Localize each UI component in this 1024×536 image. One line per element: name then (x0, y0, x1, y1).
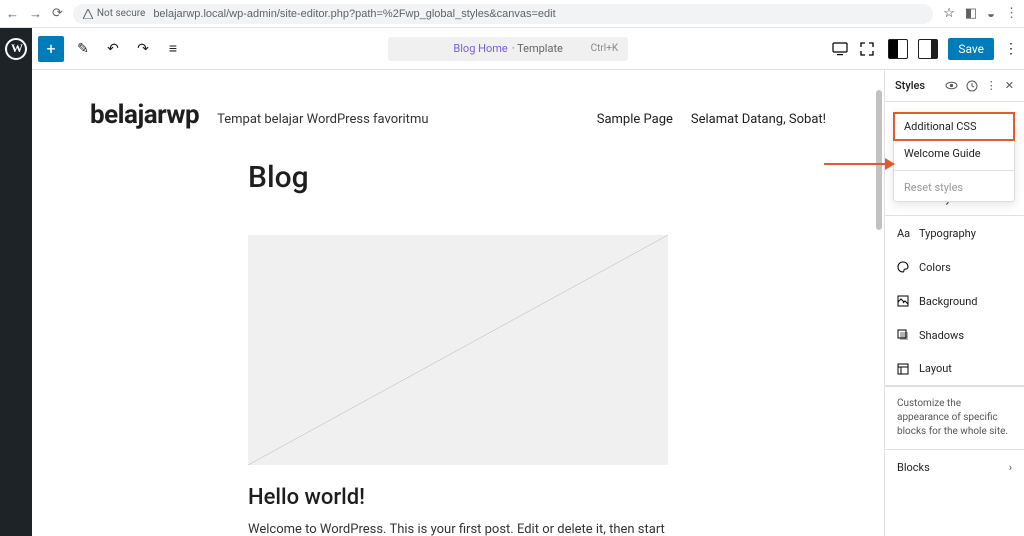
doc-suffix-label: · Template (512, 42, 563, 55)
wp-rail (0, 28, 32, 536)
nav-link-welcome[interactable]: Selamat Datang, Sobat! (691, 112, 826, 127)
canvas-scrollbar-thumb[interactable] (876, 90, 882, 230)
post-title[interactable]: Hello world! (248, 485, 668, 510)
dropdown-divider (894, 170, 1014, 171)
extension-icon[interactable]: ◧ (965, 6, 977, 22)
post-excerpt[interactable]: Welcome to WordPress. This is your first… (248, 522, 668, 536)
url-input[interactable] (153, 8, 923, 20)
not-secure-label: Not secure (97, 8, 145, 19)
blocks-row[interactable]: Blocks › (885, 450, 1024, 484)
typography-label: Typography (919, 227, 976, 240)
menu-welcome-guide[interactable]: Welcome Guide (894, 140, 1014, 167)
close-sidebar-icon[interactable]: ✕ (1005, 79, 1014, 92)
chrome-menu-icon[interactable]: ⋮ (1005, 6, 1018, 22)
menu-additional-css[interactable]: Additional CSS (894, 113, 1014, 140)
editor-canvas[interactable]: belajarwp Tempat belajar WordPress favor… (32, 70, 884, 536)
layout-icon (897, 363, 911, 375)
blocks-label: Blocks (897, 461, 930, 474)
site-header: belajarwp Tempat belajar WordPress favor… (82, 100, 834, 130)
eye-icon[interactable] (945, 79, 958, 92)
shadows-icon (897, 329, 911, 341)
sidebar-header: Styles ⋮ ✕ (885, 70, 1024, 102)
sidebar-more-icon[interactable]: ⋮ (986, 79, 997, 92)
topbar-more-icon[interactable]: ⋮ (1004, 41, 1018, 57)
colors-row[interactable]: Colors (885, 250, 1024, 284)
blog-heading[interactable]: Blog (248, 160, 668, 195)
reload-icon[interactable]: ⟳ (52, 6, 63, 21)
background-icon (897, 295, 911, 307)
desktop-view-icon[interactable] (832, 42, 850, 56)
doc-title-label: Blog Home (453, 42, 507, 55)
chrome-right-icons: ◧ ◒ ⋮ (965, 6, 1018, 22)
featured-image-placeholder[interactable] (248, 235, 668, 465)
colors-label: Colors (919, 261, 951, 274)
background-row[interactable]: Background (885, 284, 1024, 318)
shadows-label: Shadows (919, 329, 964, 342)
bookmark-icon[interactable]: ☆ (943, 6, 955, 21)
redo-icon[interactable]: ↷ (132, 41, 154, 57)
styles-sidebar: Styles ⋮ ✕ Additional CSS Welcome Guide (884, 70, 1024, 536)
forward-icon[interactable]: → (29, 6, 42, 22)
list-view-icon[interactable]: ≡ (162, 40, 184, 57)
document-title-pill[interactable]: Blog Home · Template Ctrl+K (388, 37, 628, 61)
back-icon[interactable]: ← (6, 6, 19, 22)
undo-icon[interactable]: ↶ (102, 41, 124, 57)
shadows-row[interactable]: Shadows (885, 318, 1024, 352)
sidebar-note: Customize the appearance of specific blo… (885, 386, 1024, 450)
save-button[interactable]: Save (948, 38, 994, 60)
typography-icon: Aa (897, 227, 911, 240)
wordpress-logo-icon[interactable] (5, 38, 27, 60)
chevron-right-icon: › (1009, 461, 1012, 474)
layout-label: Layout (919, 362, 952, 375)
menu-reset-styles[interactable]: Reset styles (894, 174, 1014, 201)
edit-tool-icon[interactable]: ✎ (72, 41, 94, 57)
styles-toggle-icon[interactable] (888, 39, 908, 59)
profile-icon[interactable]: ◒ (987, 6, 995, 22)
not-secure-icon: Not secure (83, 8, 145, 19)
nav-link-sample[interactable]: Sample Page (597, 112, 673, 127)
editor-topbar: + ✎ ↶ ↷ ≡ Blog Home · Template Ctrl+K Sa… (32, 28, 1024, 70)
typography-row[interactable]: Aa Typography (885, 216, 1024, 250)
command-shortcut: Ctrl+K (591, 43, 619, 54)
styles-more-dropdown: Additional CSS Welcome Guide Reset style… (893, 112, 1015, 202)
address-input-wrap[interactable]: Not secure (73, 4, 933, 24)
browser-address-bar: ← → ⟳ Not secure ☆ ◧ ◒ ⋮ (0, 0, 1024, 28)
colors-icon (897, 261, 911, 273)
add-block-button[interactable]: + (38, 36, 64, 62)
site-title[interactable]: belajarwp (90, 100, 199, 130)
layout-row[interactable]: Layout (885, 352, 1024, 386)
sidebar-title: Styles (895, 79, 937, 92)
revisions-icon[interactable] (966, 80, 978, 92)
fullscreen-icon[interactable] (860, 42, 878, 56)
background-label: Background (919, 295, 977, 308)
annotation-arrow (824, 163, 894, 165)
site-nav: Sample Page Selamat Datang, Sobat! (597, 112, 826, 127)
site-tagline[interactable]: Tempat belajar WordPress favoritmu (217, 112, 428, 127)
settings-panel-icon[interactable] (918, 39, 938, 59)
